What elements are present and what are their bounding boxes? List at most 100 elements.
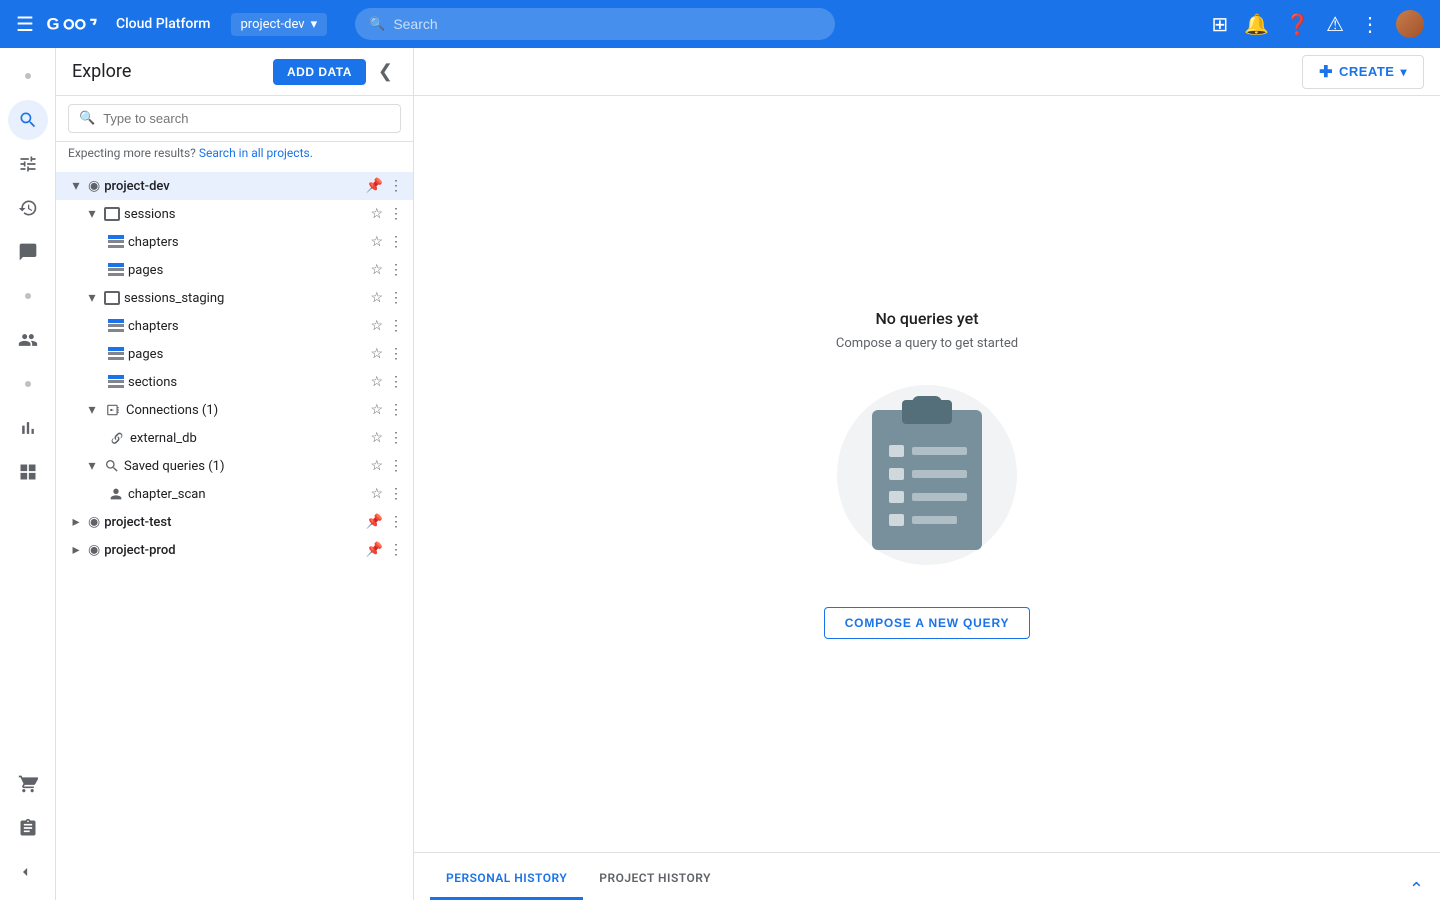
chevron-down-icon: ▾ <box>1400 65 1407 79</box>
star-icon[interactable]: ☆ <box>368 400 385 420</box>
more-options-icon[interactable]: ⋮ <box>387 288 405 308</box>
table-icon <box>108 347 124 361</box>
star-icon[interactable]: ☆ <box>368 456 385 476</box>
sidebar-icon-grid[interactable] <box>8 452 48 492</box>
more-options-icon[interactable]: ⋮ <box>387 540 405 560</box>
star-icon[interactable]: ☆ <box>368 484 385 504</box>
tree-chapter-scan[interactable]: chapter_scan ☆ ⋮ <box>56 480 413 508</box>
tree-project-dev[interactable]: ▾ ◉ project-dev 📌 ⋮ <box>56 172 413 200</box>
collapse-panel-button[interactable]: ❮ <box>374 57 397 86</box>
global-search-bar[interactable]: 🔍 <box>355 8 835 40</box>
chapters1-label: chapters <box>128 235 368 250</box>
global-search-input[interactable] <box>393 16 821 32</box>
more-options-icon[interactable]: ⋮ <box>387 484 405 504</box>
main-layout: Explore ADD DATA ❮ 🔍 Expecting more resu… <box>0 48 1440 900</box>
table-icon <box>108 263 124 277</box>
project-icon: ◉ <box>88 542 100 558</box>
hamburger-menu[interactable]: ☰ <box>16 12 34 36</box>
apps-icon[interactable]: ⊞ <box>1211 12 1228 36</box>
star-icon[interactable]: ☆ <box>368 288 385 308</box>
query-empty-state: No queries yet Compose a query to get st… <box>414 96 1440 852</box>
alert-icon[interactable]: ⚠ <box>1326 12 1344 36</box>
connection-item-icon <box>108 431 126 445</box>
tree-pages1[interactable]: pages ☆ ⋮ <box>56 256 413 284</box>
more-options-icon[interactable]: ⋮ <box>387 512 405 532</box>
more-options-icon[interactable]: ⋮ <box>387 428 405 448</box>
chevron-icon: ▾ <box>84 458 100 474</box>
sidebar-icon-barchart[interactable] <box>8 408 48 448</box>
star-icon[interactable]: ☆ <box>368 316 385 336</box>
project-dev-label: project-dev <box>104 179 363 194</box>
tree-sections[interactable]: sections ☆ ⋮ <box>56 368 413 396</box>
star-icon[interactable]: ☆ <box>368 344 385 364</box>
chapter-scan-actions: ☆ ⋮ <box>368 484 405 504</box>
tree-project-test[interactable]: ▸ ◉ project-test 📌 ⋮ <box>56 508 413 536</box>
sessions-actions: ☆ ⋮ <box>368 204 405 224</box>
sidebar-icon-dot3 <box>8 364 48 404</box>
star-icon[interactable]: ☆ <box>368 428 385 448</box>
tab-project-history[interactable]: PROJECT HISTORY <box>583 859 727 900</box>
more-options-icon[interactable]: ⋮ <box>387 456 405 476</box>
sessions-staging-label: sessions_staging <box>124 291 368 306</box>
star-icon[interactable]: ☆ <box>368 260 385 280</box>
create-button[interactable]: ✚ CREATE ▾ <box>1302 55 1424 89</box>
avatar[interactable] <box>1396 10 1424 38</box>
main-toolbar: ✚ CREATE ▾ <box>414 48 1440 96</box>
more-options-icon[interactable]: ⋮ <box>387 344 405 364</box>
search-all-projects-link[interactable]: Search in all projects. <box>199 146 313 160</box>
compose-query-button[interactable]: COMPOSE A NEW QUERY <box>824 607 1031 639</box>
tree-chapters1[interactable]: chapters ☆ ⋮ <box>56 228 413 256</box>
tree-pages2[interactable]: pages ☆ ⋮ <box>56 340 413 368</box>
explore-search-input[interactable] <box>103 111 390 126</box>
tree-sessions-staging[interactable]: ▾ sessions_staging ☆ ⋮ <box>56 284 413 312</box>
sidebar-icon-chat[interactable] <box>8 232 48 272</box>
more-icon[interactable]: ⋮ <box>1360 12 1380 36</box>
tab-personal-history[interactable]: PERSONAL HISTORY <box>430 859 583 900</box>
tree-connections[interactable]: ▾ Connections (1) ☆ ⋮ <box>56 396 413 424</box>
pin-icon[interactable]: 📌 <box>364 176 385 196</box>
person-icon <box>108 486 124 502</box>
more-options-icon[interactable]: ⋮ <box>387 232 405 252</box>
sidebar-icon-sliders[interactable] <box>8 144 48 184</box>
more-options-icon[interactable]: ⋮ <box>387 260 405 280</box>
connections-icon <box>104 403 122 417</box>
more-options-icon[interactable]: ⋮ <box>387 372 405 392</box>
more-options-icon[interactable]: ⋮ <box>387 400 405 420</box>
external-db-actions: ☆ ⋮ <box>368 428 405 448</box>
dataset-icon <box>104 207 120 221</box>
expand-bottom-icon[interactable]: ⌃ <box>1409 879 1424 900</box>
tree-chapters2[interactable]: chapters ☆ ⋮ <box>56 312 413 340</box>
plus-icon: ✚ <box>1319 62 1333 82</box>
project-selector[interactable]: project-dev ▾ <box>231 13 328 36</box>
sidebar-icon-dot <box>8 56 48 96</box>
top-nav: ☰ G Cloud Platform project-dev ▾ 🔍 ⊞ 🔔 ❓… <box>0 0 1440 48</box>
tree-project-prod[interactable]: ▸ ◉ project-prod 📌 ⋮ <box>56 536 413 564</box>
sidebar-icon-search[interactable] <box>8 100 48 140</box>
star-icon[interactable]: ☆ <box>368 204 385 224</box>
sessions-label: sessions <box>124 207 368 222</box>
add-data-button[interactable]: ADD DATA <box>273 59 366 85</box>
saved-queries-label: Saved queries (1) <box>124 459 368 474</box>
more-options-icon[interactable]: ⋮ <box>387 204 405 224</box>
star-icon[interactable]: ☆ <box>368 372 385 392</box>
tree-saved-queries[interactable]: ▾ Saved queries (1) ☆ ⋮ <box>56 452 413 480</box>
tree-external-db[interactable]: external_db ☆ ⋮ <box>56 424 413 452</box>
project-test-label: project-test <box>104 515 363 530</box>
help-icon[interactable]: ❓ <box>1285 12 1310 36</box>
more-options-icon[interactable]: ⋮ <box>387 316 405 336</box>
connections-actions: ☆ ⋮ <box>368 400 405 420</box>
create-label: CREATE <box>1339 64 1394 79</box>
sidebar-icon-cart[interactable] <box>8 764 48 804</box>
sidebar-icon-history[interactable] <box>8 188 48 228</box>
star-icon[interactable]: ☆ <box>368 232 385 252</box>
sidebar-icon-clipboard[interactable] <box>8 808 48 848</box>
pin-icon[interactable]: 📌 <box>364 540 385 560</box>
chapters2-label: chapters <box>128 319 368 334</box>
more-options-icon[interactable]: ⋮ <box>387 176 405 196</box>
notifications-icon[interactable]: 🔔 <box>1244 12 1269 36</box>
tree-sessions[interactable]: ▾ sessions ☆ ⋮ <box>56 200 413 228</box>
sidebar-icon-dot2 <box>8 276 48 316</box>
sidebar-icon-group[interactable] <box>8 320 48 360</box>
sidebar-icon-collapse[interactable] <box>8 852 48 892</box>
pin-icon[interactable]: 📌 <box>364 512 385 532</box>
